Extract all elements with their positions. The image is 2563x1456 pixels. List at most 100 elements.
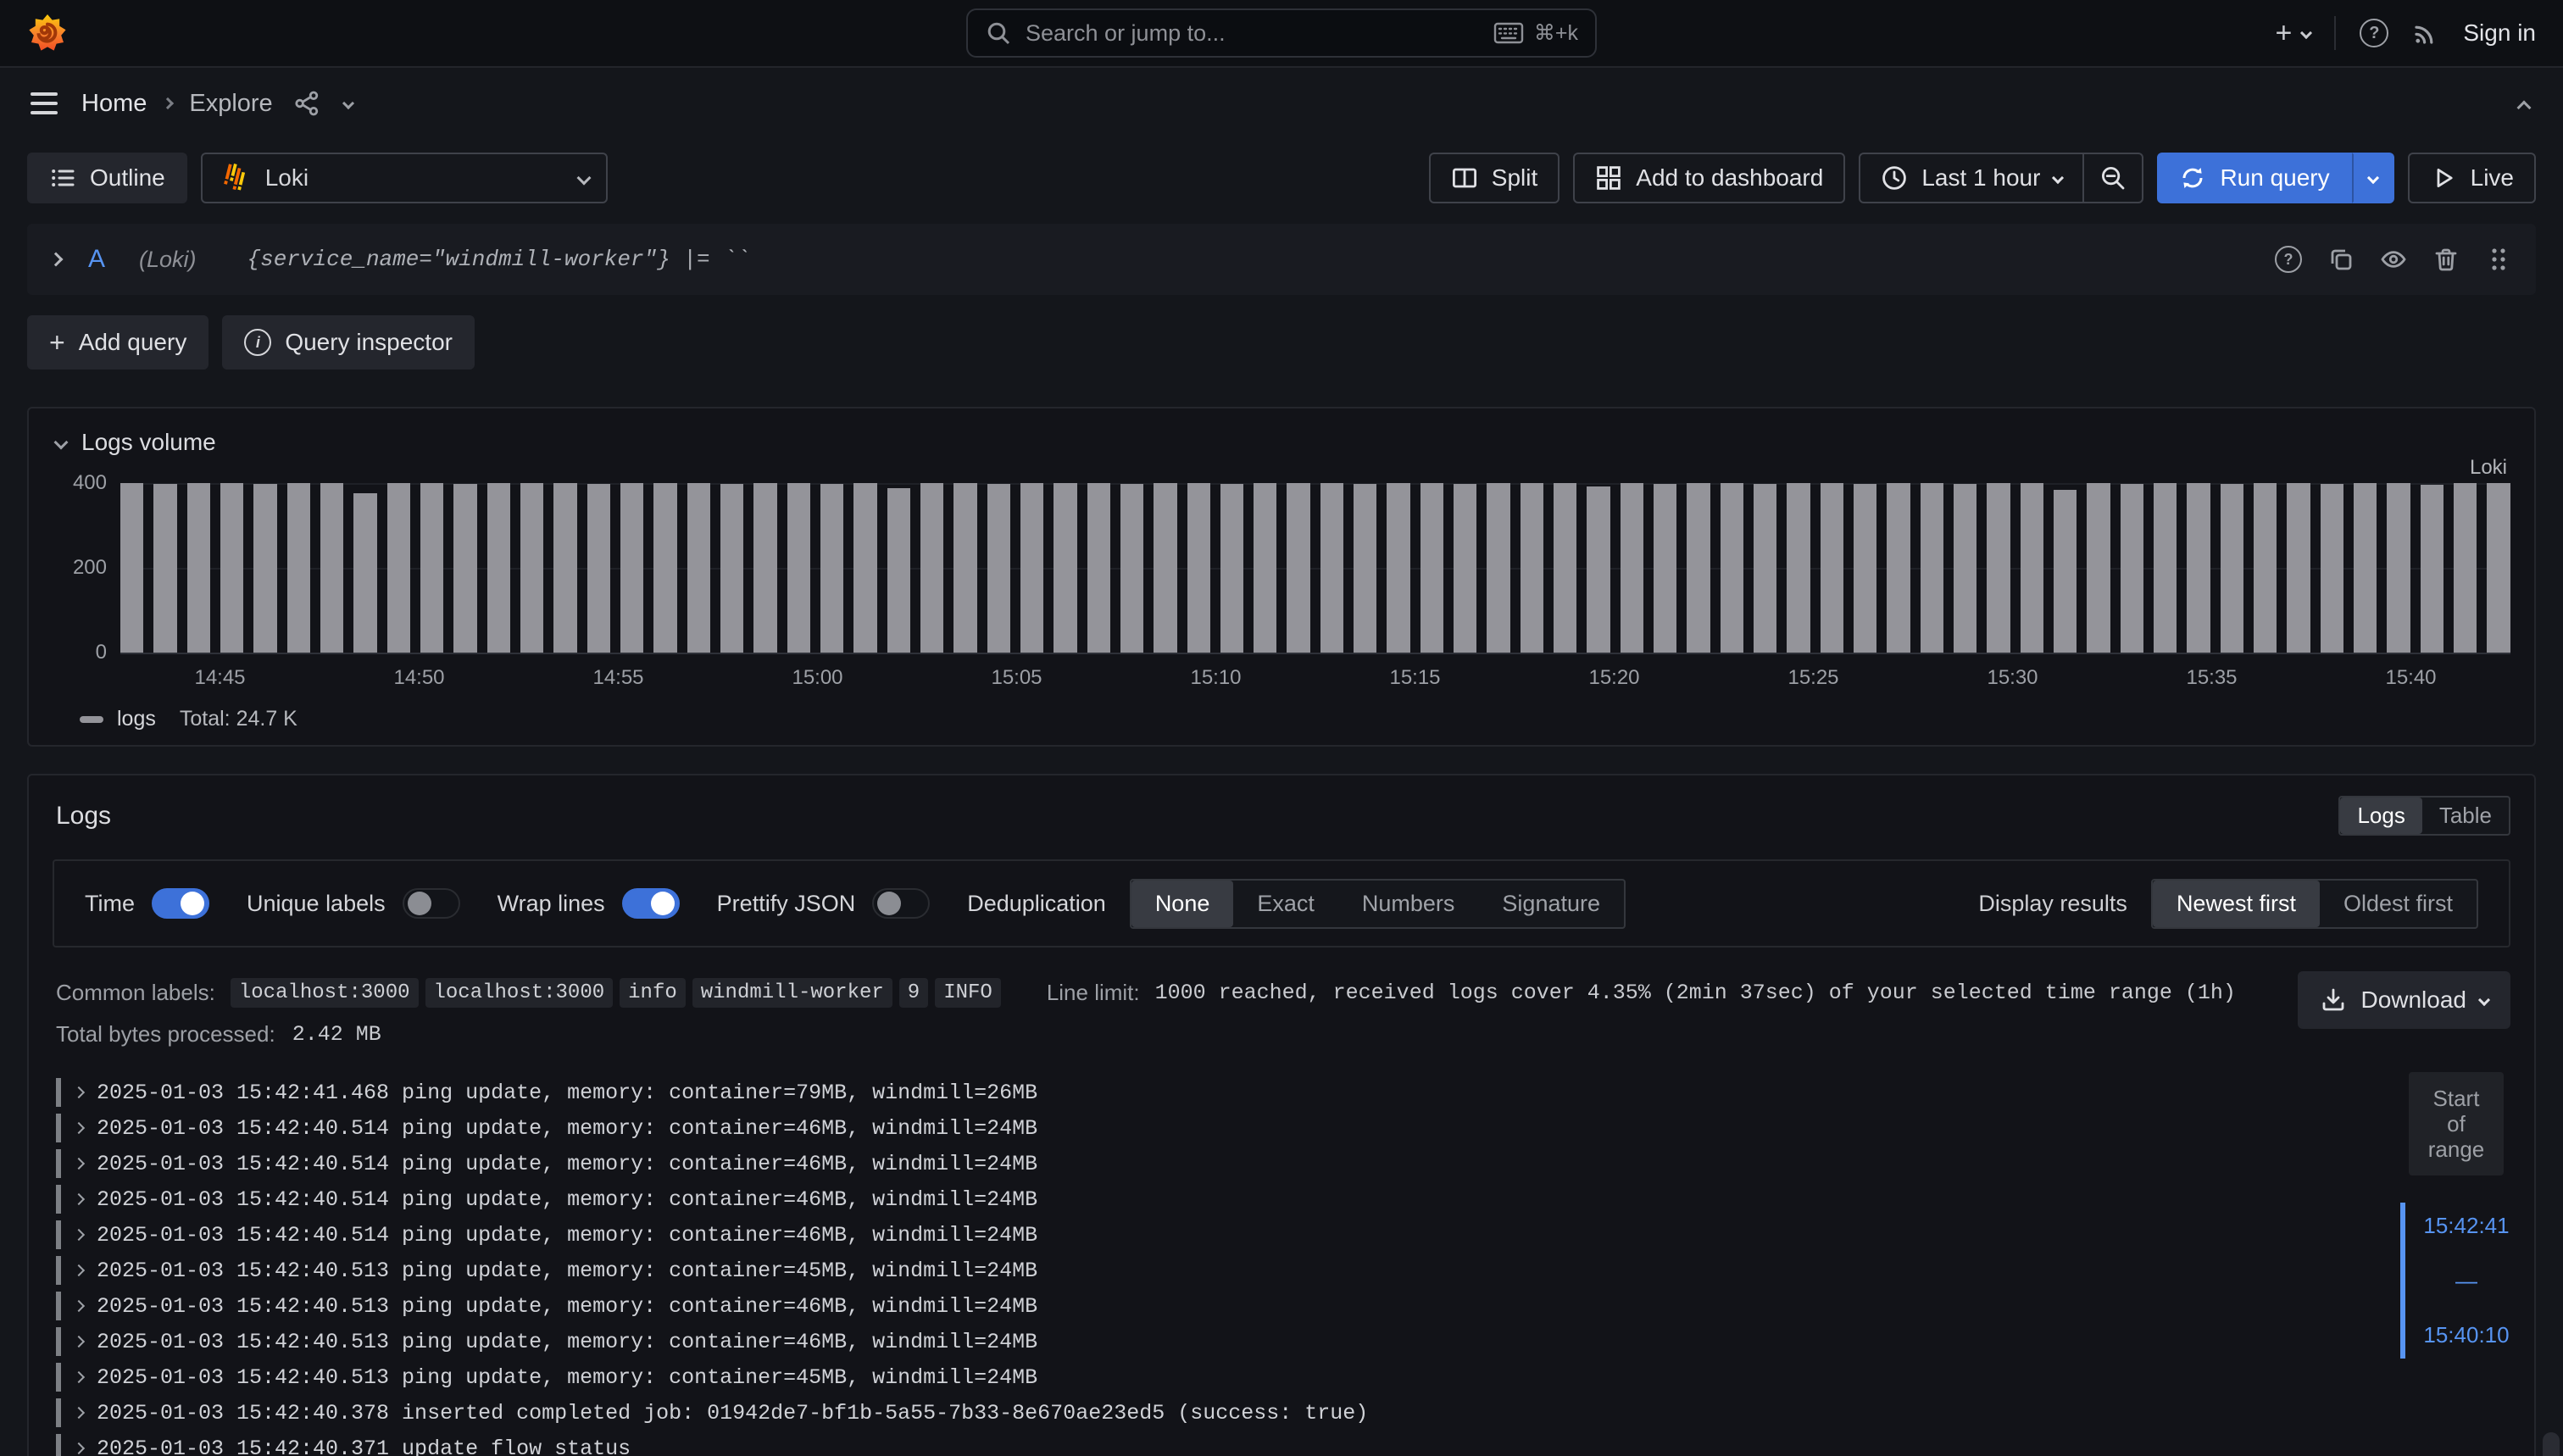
expand-log-chevron-icon[interactable] [73, 1442, 85, 1454]
expand-log-chevron-icon[interactable] [73, 1086, 85, 1098]
run-query-dropdown[interactable] [2352, 153, 2394, 203]
volume-bar [1687, 483, 1710, 653]
legend-series-name[interactable]: logs [117, 707, 156, 731]
chevron-down-icon [576, 171, 591, 186]
log-row[interactable]: 2025-01-03 15:42:40.378 inserted complet… [56, 1395, 2280, 1431]
delete-query-trash-icon[interactable] [2432, 246, 2460, 273]
add-to-dashboard-button[interactable]: Add to dashboard [1573, 153, 1845, 203]
expand-query-chevron-icon[interactable] [49, 253, 64, 267]
drag-handle-icon[interactable] [2485, 246, 2512, 273]
common-labels-label: Common labels: [56, 980, 215, 1006]
log-level-bar [56, 1434, 61, 1456]
log-row[interactable]: 2025-01-03 15:42:40.514 ping update, mem… [56, 1146, 2280, 1181]
zoom-out-time-button[interactable] [2084, 153, 2143, 203]
split-button[interactable]: Split [1429, 153, 1559, 203]
volume-bar [253, 484, 276, 653]
expand-log-chevron-icon[interactable] [73, 1229, 85, 1241]
outline-button[interactable]: Outline [27, 153, 187, 203]
run-query-label: Run query [2220, 164, 2329, 192]
help-icon[interactable]: ? [2360, 19, 2388, 47]
volume-bar [1120, 484, 1143, 653]
expand-log-chevron-icon[interactable] [73, 1158, 85, 1170]
toggle-switch[interactable] [403, 888, 460, 919]
sign-in-link[interactable]: Sign in [2463, 19, 2536, 47]
query-expression[interactable]: {service_name="windmill-worker"} |= `` [247, 247, 750, 272]
dedup-option-signature[interactable]: Signature [1478, 881, 1624, 927]
volume-bar [1087, 483, 1110, 653]
log-line-text: 2025-01-03 15:42:40.514 ping update, mem… [97, 1223, 1037, 1248]
breadcrumb-home[interactable]: Home [81, 90, 147, 118]
time-range-button[interactable]: Last 1 hour [1859, 153, 2084, 203]
expand-log-chevron-icon[interactable] [73, 1264, 85, 1276]
x-tick-label: 14:55 [592, 666, 643, 690]
search-box[interactable]: Search or jump to... ⌘+k [966, 8, 1597, 58]
expand-log-chevron-icon[interactable] [73, 1300, 85, 1312]
volume-bar [2254, 483, 2277, 653]
dedup-option-exact[interactable]: Exact [1233, 881, 1338, 927]
page-scrollbar-thumb[interactable] [2543, 1432, 2560, 1456]
volume-bar [1954, 484, 1976, 653]
log-row[interactable]: 2025-01-03 15:42:40.514 ping update, mem… [56, 1181, 2280, 1217]
collapse-chevron-up-icon[interactable] [2512, 81, 2536, 126]
log-line-text: 2025-01-03 15:42:40.513 ping update, mem… [97, 1259, 1037, 1283]
volume-bar [753, 483, 776, 653]
share-icon[interactable] [293, 90, 320, 117]
toggle-switch[interactable] [622, 888, 680, 919]
order-option-newest-first[interactable]: Newest first [2153, 881, 2320, 927]
display-results-label: Display results [1978, 891, 2127, 917]
common-label-badge: localhost:3000 [425, 978, 614, 1008]
x-tick-label: 15:05 [991, 666, 1042, 690]
live-button[interactable]: Live [2408, 153, 2536, 203]
grafana-logo[interactable] [27, 13, 68, 53]
log-row[interactable]: 2025-01-03 15:42:40.513 ping update, mem… [56, 1359, 2280, 1395]
toggle-switch[interactable] [872, 888, 930, 919]
volume-bar [187, 483, 210, 653]
volume-bar [1254, 483, 1276, 653]
view-option-logs[interactable]: Logs [2340, 797, 2421, 834]
menu-toggle-icon[interactable] [27, 89, 61, 118]
volume-bar [1854, 484, 1876, 653]
common-label-badge: windmill-worker [692, 978, 892, 1008]
volume-bar [420, 483, 443, 653]
new-menu-button[interactable]: + [2276, 17, 2311, 50]
collapse-section-chevron-icon[interactable] [54, 436, 69, 450]
log-row[interactable]: 2025-01-03 15:42:40.371 update flow stat… [56, 1431, 2280, 1456]
dedup-option-numbers[interactable]: Numbers [1338, 881, 1479, 927]
query-ref-id[interactable]: A [88, 245, 105, 274]
query-inspector-button[interactable]: i Query inspector [222, 315, 475, 370]
breadcrumb-current[interactable]: Explore [189, 90, 272, 118]
query-help-icon[interactable]: ? [2275, 246, 2302, 273]
download-button[interactable]: Download [2298, 971, 2510, 1029]
expand-log-chevron-icon[interactable] [73, 1371, 85, 1383]
log-level-bar [56, 1114, 61, 1142]
log-row[interactable]: 2025-01-03 15:42:40.514 ping update, mem… [56, 1217, 2280, 1253]
expand-log-chevron-icon[interactable] [73, 1407, 85, 1419]
volume-bar [1320, 483, 1343, 653]
chevron-down-icon[interactable] [342, 97, 354, 109]
log-row[interactable]: 2025-01-03 15:42:40.513 ping update, mem… [56, 1288, 2280, 1324]
volume-bar [1821, 483, 1843, 653]
log-row[interactable]: 2025-01-03 15:42:41.468 ping update, mem… [56, 1075, 2280, 1110]
news-rss-icon[interactable] [2412, 19, 2439, 47]
log-row[interactable]: 2025-01-03 15:42:40.513 ping update, mem… [56, 1324, 2280, 1359]
zoom-out-icon [2099, 164, 2127, 192]
run-query-button[interactable]: Run query [2157, 153, 2351, 203]
add-query-button[interactable]: + Add query [27, 315, 208, 370]
view-option-table[interactable]: Table [2422, 797, 2509, 834]
datasource-picker[interactable]: Loki [201, 153, 608, 203]
log-row[interactable]: 2025-01-03 15:42:40.514 ping update, mem… [56, 1110, 2280, 1146]
hide-query-eye-icon[interactable] [2380, 246, 2407, 273]
copy-query-icon[interactable] [2327, 246, 2355, 273]
expand-log-chevron-icon[interactable] [73, 1336, 85, 1348]
log-level-bar [56, 1363, 61, 1392]
top-navigation: Search or jump to... ⌘+k + ? [0, 0, 2563, 68]
expand-log-chevron-icon[interactable] [73, 1122, 85, 1134]
toggle-switch[interactable] [152, 888, 209, 919]
expand-log-chevron-icon[interactable] [73, 1193, 85, 1205]
volume-bar [1654, 484, 1676, 653]
dedup-option-none[interactable]: None [1131, 881, 1234, 927]
order-option-oldest-first[interactable]: Oldest first [2320, 881, 2477, 927]
common-label-badge: 9 [899, 978, 928, 1008]
search-icon [985, 19, 1012, 47]
log-row[interactable]: 2025-01-03 15:42:40.513 ping update, mem… [56, 1253, 2280, 1288]
